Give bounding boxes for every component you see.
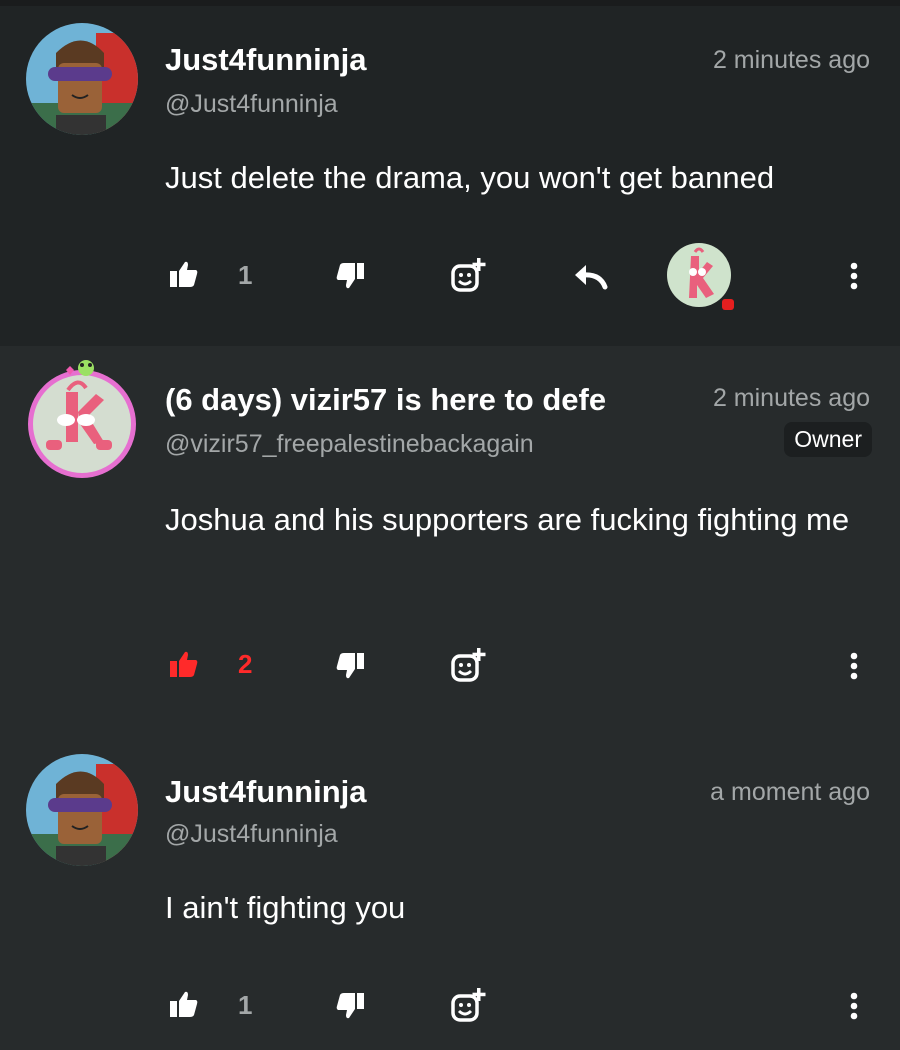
- reply-button[interactable]: [568, 258, 612, 294]
- thumbs-down-icon: [336, 993, 364, 1019]
- add-reaction-button[interactable]: [446, 986, 490, 1026]
- avatar[interactable]: [26, 23, 138, 135]
- user-handle[interactable]: @Just4funninja: [165, 90, 338, 119]
- user-handle[interactable]: @Just4funninja: [165, 820, 338, 849]
- more-options-button[interactable]: [836, 256, 872, 296]
- add-emoji-icon: [451, 648, 486, 682]
- kebab-menu-icon: [850, 262, 858, 290]
- comment-text: Joshua and his supporters are fucking fi…: [165, 502, 850, 537]
- thumbs-down-icon: [336, 263, 364, 289]
- comment-text: Just delete the drama, you won't get ban…: [165, 160, 775, 195]
- comment-text: I ain't fighting you: [165, 890, 406, 925]
- username[interactable]: Just4funninja: [165, 42, 367, 78]
- timestamp: 2 minutes ago: [712, 384, 870, 412]
- more-options-button[interactable]: [836, 646, 872, 686]
- reply-arrow-icon: [575, 265, 608, 290]
- like-count: 1: [238, 260, 253, 290]
- avatar[interactable]: [26, 754, 138, 866]
- username[interactable]: (6 days) vizir57 is here to defe: [165, 382, 660, 418]
- dislike-button[interactable]: [330, 988, 370, 1024]
- replier-avatar[interactable]: [666, 242, 738, 314]
- kebab-menu-icon: [850, 652, 858, 680]
- like-count: 2: [238, 649, 253, 679]
- owner-badge: Owner: [784, 422, 872, 457]
- username[interactable]: Just4funninja: [165, 774, 367, 810]
- add-reaction-button[interactable]: [446, 256, 490, 296]
- thumbs-up-icon: [170, 651, 198, 677]
- timestamp: a moment ago: [710, 778, 870, 806]
- avatar[interactable]: [26, 356, 142, 480]
- thumbs-up-icon: [170, 261, 198, 287]
- add-emoji-icon: [451, 258, 486, 292]
- thumbs-up-icon: [170, 991, 198, 1017]
- comment-item: Just4funninja @Just4funninja a moment ag…: [0, 706, 900, 1050]
- like-count: 1: [238, 990, 253, 1020]
- like-button[interactable]: [164, 986, 204, 1022]
- like-button[interactable]: [164, 646, 204, 682]
- more-options-button[interactable]: [836, 986, 872, 1026]
- dislike-button[interactable]: [330, 258, 370, 294]
- add-emoji-icon: [451, 988, 486, 1022]
- timestamp: 2 minutes ago: [712, 46, 870, 74]
- comment-item: Just4funninja @Just4funninja 2 minutes a…: [0, 6, 900, 346]
- thumbs-down-icon: [336, 653, 364, 679]
- kebab-menu-icon: [850, 992, 858, 1020]
- dislike-button[interactable]: [330, 648, 370, 684]
- user-handle[interactable]: @vizir57_freepalestinebackagain: [165, 430, 534, 459]
- comment-item: (6 days) vizir57 is here to defe @vizir5…: [0, 346, 900, 706]
- add-reaction-button[interactable]: [446, 646, 490, 686]
- like-button[interactable]: [164, 256, 204, 292]
